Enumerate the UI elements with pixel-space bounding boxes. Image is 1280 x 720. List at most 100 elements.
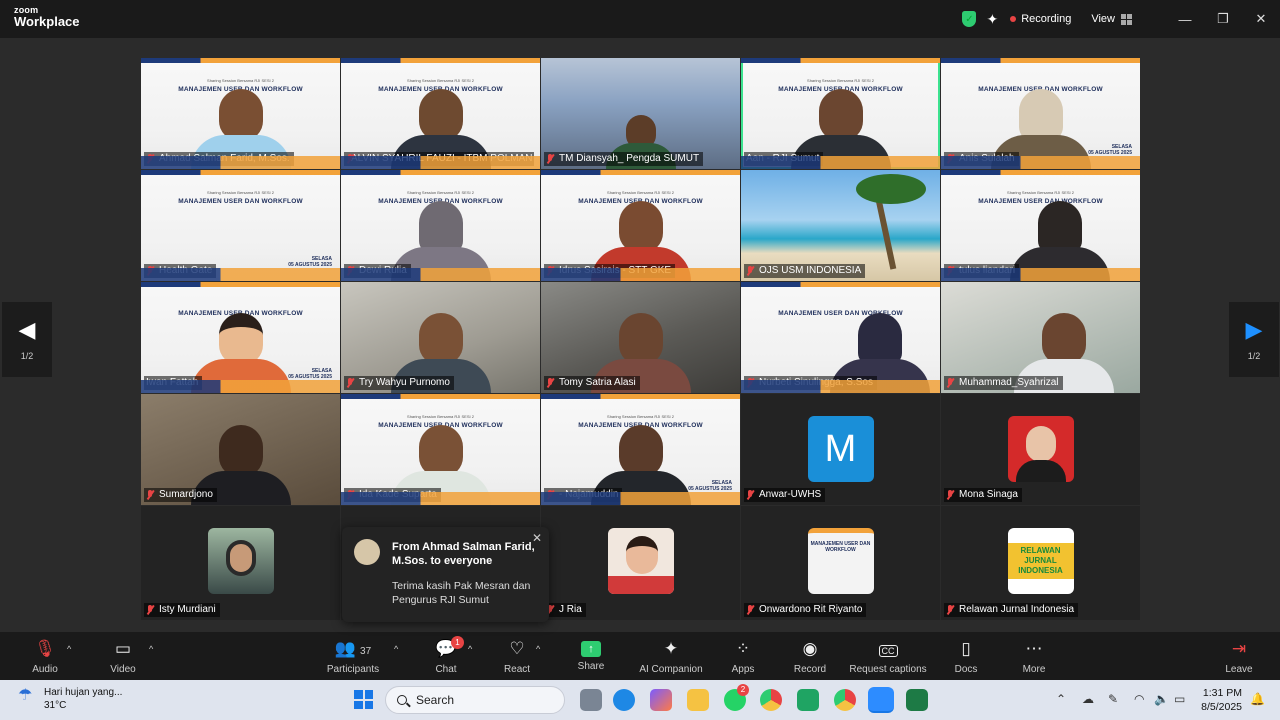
task-view-icon[interactable]	[580, 689, 602, 711]
chat-sender: From Ahmad Salman Farid, M.Sos. to every…	[392, 541, 535, 567]
share-button[interactable]: ↑ Share	[551, 638, 631, 672]
participant-name: J Ria	[559, 604, 582, 615]
sender-avatar	[354, 539, 380, 565]
video-tile[interactable]: Try Wahyu Purnomo	[341, 282, 540, 393]
participants-button[interactable]: 👥 37 Participants	[313, 638, 393, 675]
react-options-chevron-icon[interactable]: ^	[536, 644, 540, 654]
next-page-button[interactable]: ▶ 1/2	[1229, 302, 1279, 377]
gallery-grid-icon[interactable]	[1121, 13, 1132, 25]
video-tile[interactable]: Sharing Session Bersama RJI SESI 2 MANAJ…	[541, 394, 740, 505]
prev-page-button[interactable]: ◀ 1/2	[2, 302, 52, 377]
participant-name: Sumardjono	[159, 489, 213, 500]
chat-button[interactable]: 💬 1 Chat	[406, 636, 486, 675]
copilot-icon[interactable]	[650, 689, 672, 711]
video-tile[interactable]: TM Diansyah_ Pengda SUMUT	[541, 58, 740, 169]
participant-name-tag: Idrus Sasirais - STT GKE	[544, 264, 676, 278]
whatsapp-icon[interactable]: 2	[724, 684, 749, 711]
taskbar-clock[interactable]: 1:31 PM 8/5/2025	[1201, 686, 1242, 714]
participant-video	[190, 89, 291, 169]
video-tile[interactable]: Sharing Session Bersama RJI SESI 2 MANAJ…	[341, 394, 540, 505]
slide-date-value: 05 AGUSTUS 2025	[1088, 150, 1132, 156]
video-tile[interactable]: Sharing Session Bersama RJI SESI 2 MANAJ…	[541, 170, 740, 281]
participant-name-tag: Aan - RJI Sumut	[744, 152, 824, 166]
chrome-icon[interactable]	[760, 689, 782, 711]
minimize-button[interactable]: —	[1166, 12, 1204, 27]
tray-chevron-up-icon[interactable]: ⌃	[1056, 692, 1066, 706]
view-button[interactable]: View	[1091, 13, 1115, 25]
react-label: React	[503, 664, 531, 675]
video-tile[interactable]: Sumardjono	[141, 394, 340, 505]
request-captions-button[interactable]: CC Request captions	[838, 638, 938, 675]
video-tile[interactable]: Sharing Session Bersama RJI SESI 2 MANAJ…	[141, 170, 340, 281]
edge-browser-icon[interactable]	[613, 689, 635, 711]
video-tile[interactable]: Sharing Session Bersama RJI SESI 2 MANAJ…	[341, 170, 540, 281]
chrome-profile-icon[interactable]	[834, 689, 856, 711]
weather-widget[interactable]: ☂ Hari hujan yang... 31°C	[18, 686, 122, 712]
participant-name: Aan - RJI Sumut	[746, 153, 820, 164]
video-tile[interactable]: Sharing Session Bersama RJI SESI 2 MANAJ…	[141, 58, 340, 169]
title-bar: zoom Workplace ✓ ✦ Recording View — ❐ ✕	[0, 0, 1280, 38]
more-label: More	[1022, 664, 1046, 675]
participant-name: Relawan Jurnal Indonesia	[959, 604, 1075, 615]
participant-name: Ahmad Salman Farid, M.Sos.	[159, 153, 290, 164]
chat-icon: 💬	[435, 639, 457, 658]
mic-muted-icon	[946, 490, 954, 500]
participant-avatar: MANAJEMEN USER DAN WORKFLOW	[807, 528, 874, 594]
encryption-shield-icon[interactable]: ✓	[962, 11, 977, 27]
pen-icon[interactable]: ✎	[1108, 692, 1118, 706]
chat-notification[interactable]: From Ahmad Salman Farid, M.Sos. to every…	[342, 527, 549, 622]
video-tile[interactable]: OJS USM INDONESIA	[741, 170, 940, 281]
chevron-left-icon: ◀	[18, 316, 36, 342]
restore-button[interactable]: ❐	[1204, 11, 1242, 27]
participant-name-tag: Mona Sinaga	[944, 488, 1022, 502]
video-tile[interactable]: Sharing Session Bersama RJI SESI 2 MANAJ…	[341, 58, 540, 169]
participant-video	[390, 89, 491, 169]
wifi-icon[interactable]: ◠	[1134, 692, 1144, 706]
react-button[interactable]: ♡ React	[477, 638, 557, 675]
video-options-chevron-icon[interactable]: ^	[149, 644, 153, 654]
video-tile[interactable]: M Anwar-UWHS	[741, 394, 940, 505]
video-tile[interactable]: Mona Sinaga	[941, 394, 1140, 505]
video-tile[interactable]: Muhammad_Syahrizal	[941, 282, 1140, 393]
windows-start-icon[interactable]	[354, 690, 373, 709]
video-tile[interactable]: MANAJEMEN USER DAN WORKFLOW SELASA05 AGU…	[941, 58, 1140, 169]
video-tile[interactable]: Isty Murdiani	[141, 506, 340, 620]
mic-muted-icon	[946, 154, 954, 164]
participant-name: ALVIN SYAHRIL FAUZI - ITBM POLMAN	[351, 153, 533, 164]
recording-indicator[interactable]: Recording	[1010, 13, 1071, 25]
taskbar-search[interactable]: Search	[385, 686, 565, 714]
video-tile[interactable]: MANAJEMEN USER DAN WORKFLOW Nurbeti Sinu…	[741, 282, 940, 393]
audio-button[interactable]: 🎙 Audio	[5, 638, 85, 675]
participant-name-tag: Anwar-UWHS	[744, 488, 826, 502]
video-tile[interactable]: Sharing Session Bersama RJI SESI 2 MANAJ…	[941, 170, 1140, 281]
chat-options-chevron-icon[interactable]: ^	[468, 644, 472, 654]
video-tile[interactable]: MANAJEMEN USER DAN WORKFLOW Onwardono Ri…	[741, 506, 940, 620]
leave-button[interactable]: ⇥ Leave	[1199, 638, 1279, 675]
video-tile[interactable]: RELAWAN JURNAL INDONESIA Relawan Jurnal …	[941, 506, 1140, 620]
more-button[interactable]: ⋯ More	[994, 638, 1074, 675]
video-tile[interactable]: Tomy Satria Alasi	[541, 282, 740, 393]
zoom-app-icon[interactable]	[868, 687, 894, 713]
participant-name-tag: Muhammad_Syahrizal	[944, 376, 1063, 390]
volume-icon[interactable]: 🔈	[1154, 692, 1169, 706]
sheets-icon[interactable]	[797, 689, 819, 711]
video-tile[interactable]: J Ria	[541, 506, 740, 620]
ai-companion-button[interactable]: ✦ AI Companion	[631, 638, 711, 675]
ai-sparkle-icon[interactable]: ✦	[986, 11, 998, 28]
participant-video	[390, 201, 491, 281]
participants-options-chevron-icon[interactable]: ^	[394, 644, 398, 654]
participant-name: Anis Sulalah	[959, 153, 1015, 164]
active-speaker-tile[interactable]: Sharing Session Bersama RJI SESI 2 MANAJ…	[741, 58, 940, 169]
excel-icon[interactable]	[906, 689, 928, 711]
onedrive-icon[interactable]: ☁	[1082, 692, 1094, 706]
battery-icon[interactable]: ▭	[1174, 692, 1185, 706]
participant-video	[590, 201, 691, 281]
slide-subtitle: Sharing Session Bersama RJI SESI 2	[207, 78, 274, 83]
video-tile[interactable]: MANAJEMEN USER DAN WORKFLOW SELASA05 AGU…	[141, 282, 340, 393]
close-icon[interactable]: ✕	[532, 531, 542, 545]
chat-unread-badge: 1	[451, 636, 464, 649]
audio-options-chevron-icon[interactable]: ^	[67, 644, 71, 654]
file-explorer-icon[interactable]	[687, 689, 709, 711]
notification-bell-icon[interactable]: 🔔	[1250, 692, 1265, 706]
close-window-button[interactable]: ✕	[1242, 11, 1280, 27]
